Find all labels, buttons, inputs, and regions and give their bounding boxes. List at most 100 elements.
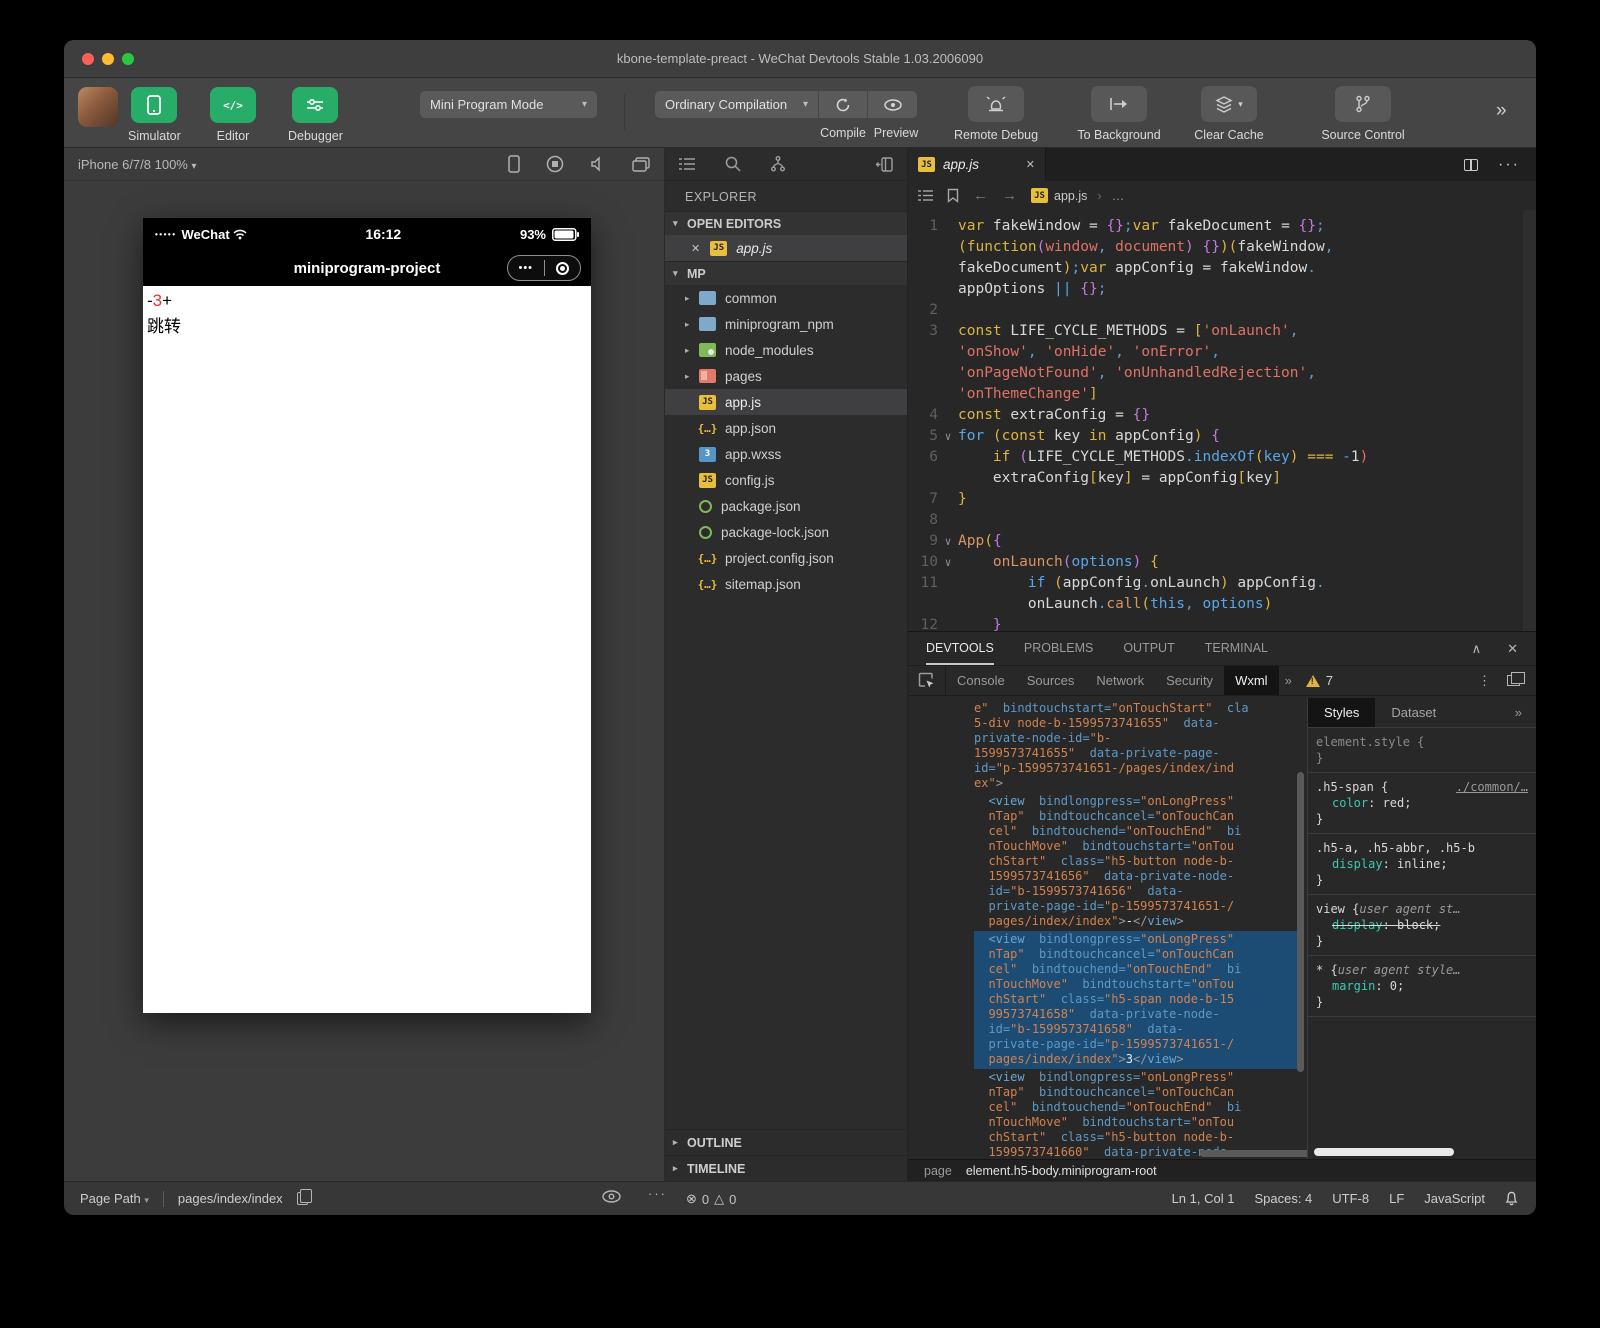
tree-item-app-wxss[interactable]: 3app.wxss xyxy=(665,441,907,467)
simulator-button[interactable]: Simulator xyxy=(128,87,181,143)
bookmark-icon[interactable] xyxy=(947,188,959,203)
compilation-select[interactable]: Ordinary Compilation ▾ xyxy=(655,91,819,118)
close-panel-icon[interactable]: ✕ xyxy=(1507,641,1518,657)
jump-link[interactable]: 跳转 xyxy=(147,314,587,340)
tab-app-js[interactable]: JS app.js ✕ xyxy=(908,148,1046,181)
undock-icon[interactable] xyxy=(1507,675,1520,686)
open-editors-section[interactable]: ▾ OPEN EDITORS xyxy=(665,211,907,235)
css-rule[interactable]: .h5-a, .h5-abbr, .h5-bdisplay: inline;} xyxy=(1308,834,1536,895)
styles-tab-dataset[interactable]: Dataset xyxy=(1375,698,1452,727)
code-line-10[interactable]: 10∨ onLaunch(options) { xyxy=(908,552,1536,573)
wxml-node-selected[interactable]: <view bindlongpress="onLongPress" nTap" … xyxy=(974,931,1299,1069)
wxml-node[interactable]: <view bindlongpress="onLongPress" nTap" … xyxy=(974,1069,1299,1159)
tree-item-common[interactable]: ▸common xyxy=(665,285,907,311)
css-rule[interactable]: view {user agent st…display: block;} xyxy=(1308,895,1536,956)
code-line-11[interactable]: 11 if (appConfig.onLaunch) appConfig. on… xyxy=(908,573,1536,615)
eol-sequence[interactable]: LF xyxy=(1389,1191,1404,1206)
page-path-select[interactable]: Page Path ▾ xyxy=(80,1191,149,1206)
code-line-8[interactable]: 8 xyxy=(908,510,1536,531)
editor-more-icon[interactable]: ··· xyxy=(1498,156,1520,174)
notifications-bell-icon[interactable] xyxy=(1505,1191,1518,1206)
more-tabs-icon[interactable]: » xyxy=(1285,673,1292,688)
fold-chevron-icon[interactable]: ∨ xyxy=(938,552,958,573)
timeline-section[interactable]: ▸ TIMELINE xyxy=(665,1155,907,1181)
styles-tab-styles[interactable]: Styles xyxy=(1308,698,1375,727)
code-line-4[interactable]: 4const extraConfig = {} xyxy=(908,405,1536,426)
toolbar-more-button[interactable]: » xyxy=(1496,100,1507,122)
copy-path-icon[interactable] xyxy=(297,1192,308,1205)
devtools-tab-output[interactable]: OUTPUT xyxy=(1123,632,1174,665)
kebab-menu-icon[interactable]: ⋮ xyxy=(1478,673,1491,689)
devtools-tab-terminal[interactable]: TERMINAL xyxy=(1205,632,1268,665)
rotate-device-button[interactable] xyxy=(508,155,520,173)
devtools-subtab-security[interactable]: Security xyxy=(1155,666,1224,695)
errors-icon[interactable]: ⊗ xyxy=(686,1191,697,1207)
css-rule[interactable]: * {user agent style…margin: 0;} xyxy=(1308,956,1536,1017)
code-line-3[interactable]: 3const LIFE_CYCLE_METHODS = ['onLaunch',… xyxy=(908,321,1536,405)
clear-cache-button[interactable]: ▾ Clear Cache xyxy=(1197,86,1261,142)
tree-item-project-config-json[interactable]: {…}project.config.json xyxy=(665,545,907,571)
wxml-node[interactable]: e" bindtouchstart="onTouchStart" cla 5-d… xyxy=(974,700,1299,793)
css-rule[interactable]: element.style {} xyxy=(1308,728,1536,773)
editor-button[interactable]: </> Editor xyxy=(210,87,256,143)
wxml-node[interactable]: <view bindlongpress="onLongPress" nTap" … xyxy=(974,793,1299,931)
file-list-icon[interactable] xyxy=(679,157,695,171)
device-select[interactable]: iPhone 6/7/8 100% ▾ xyxy=(78,157,197,172)
wxml-horizontal-scrollbar[interactable] xyxy=(1200,1150,1307,1157)
visibility-icon[interactable] xyxy=(602,1190,621,1203)
code-line-12[interactable]: 12 } xyxy=(908,615,1536,631)
tree-item-package-lock-json[interactable]: package-lock.json xyxy=(665,519,907,545)
close-tab-icon[interactable]: ✕ xyxy=(1026,158,1035,171)
collapse-sidebar-icon[interactable] xyxy=(876,157,893,172)
devtools-tab-devtools[interactable]: DEVTOOLS xyxy=(926,632,994,665)
back-icon[interactable]: ← xyxy=(973,187,988,204)
tree-item-app-json[interactable]: {…}app.json xyxy=(665,415,907,441)
inspect-element-icon[interactable] xyxy=(908,666,946,695)
remote-debug-button[interactable]: Remote Debug xyxy=(966,86,1026,142)
devtools-subtab-sources[interactable]: Sources xyxy=(1016,666,1086,695)
compile-button[interactable] xyxy=(819,91,868,118)
breadcrumb-more[interactable]: … xyxy=(1112,189,1125,203)
tree-item-package-json[interactable]: package.json xyxy=(665,493,907,519)
search-icon[interactable] xyxy=(725,156,741,172)
devtools-subtab-network[interactable]: Network xyxy=(1085,666,1155,695)
code-line-7[interactable]: 7} xyxy=(908,489,1536,510)
tree-item-config-js[interactable]: JSconfig.js xyxy=(665,467,907,493)
source-control-button[interactable]: Source Control xyxy=(1327,86,1399,142)
mute-button[interactable] xyxy=(590,156,606,172)
code-editor[interactable]: 1var fakeWindow = {};var fakeDocument = … xyxy=(908,210,1536,631)
simulator-more-icon[interactable]: ··· xyxy=(648,1186,667,1201)
editor-scrollbar[interactable] xyxy=(1523,210,1536,631)
warning-counter[interactable]: 7 xyxy=(1306,673,1333,688)
record-button[interactable] xyxy=(546,155,564,173)
devtools-subtab-wxml[interactable]: Wxml xyxy=(1224,666,1279,695)
styles-horizontal-scrollbar[interactable] xyxy=(1314,1148,1454,1156)
cursor-position[interactable]: Ln 1, Col 1 xyxy=(1172,1191,1235,1206)
project-section[interactable]: ▾ MP xyxy=(665,261,907,285)
git-branch-icon[interactable] xyxy=(771,156,785,172)
devtools-tab-problems[interactable]: PROBLEMS xyxy=(1024,632,1093,665)
outline-list-icon[interactable] xyxy=(918,189,933,202)
counter-text[interactable]: -3+ xyxy=(147,288,587,314)
code-line-6[interactable]: 6 if (LIFE_CYCLE_METHODS.indexOf(key) ==… xyxy=(908,447,1536,489)
code-line-9[interactable]: 9∨App({ xyxy=(908,531,1536,552)
collapse-panel-icon[interactable]: ∧ xyxy=(1472,641,1482,657)
avatar[interactable] xyxy=(78,87,118,127)
tree-item-app-js[interactable]: JSapp.js xyxy=(665,389,907,415)
forward-icon[interactable]: → xyxy=(1002,187,1017,204)
fold-chevron-icon[interactable]: ∨ xyxy=(938,531,958,552)
tree-item-node-modules[interactable]: ▸node_modules xyxy=(665,337,907,363)
indentation[interactable]: Spaces: 4 xyxy=(1254,1191,1312,1206)
code-line-2[interactable]: 2 xyxy=(908,300,1536,321)
mode-select[interactable]: Mini Program Mode ▾ xyxy=(420,91,597,118)
stylesheet-link[interactable]: ./common/… xyxy=(1456,779,1528,795)
open-editor-item[interactable]: ✕ JS app.js xyxy=(665,235,907,261)
warnings-icon[interactable]: △ xyxy=(714,1191,724,1207)
wxml-vertical-scrollbar[interactable] xyxy=(1297,772,1304,1072)
outline-section[interactable]: ▸ OUTLINE xyxy=(665,1129,907,1155)
home-button[interactable] xyxy=(545,262,581,275)
code-line-5[interactable]: 5∨for (const key in appConfig) { xyxy=(908,426,1536,447)
multi-window-button[interactable] xyxy=(632,157,650,172)
preview-button[interactable] xyxy=(868,91,917,118)
element-breadcrumb[interactable]: page element.h5-body.miniprogram-root xyxy=(908,1159,1536,1181)
